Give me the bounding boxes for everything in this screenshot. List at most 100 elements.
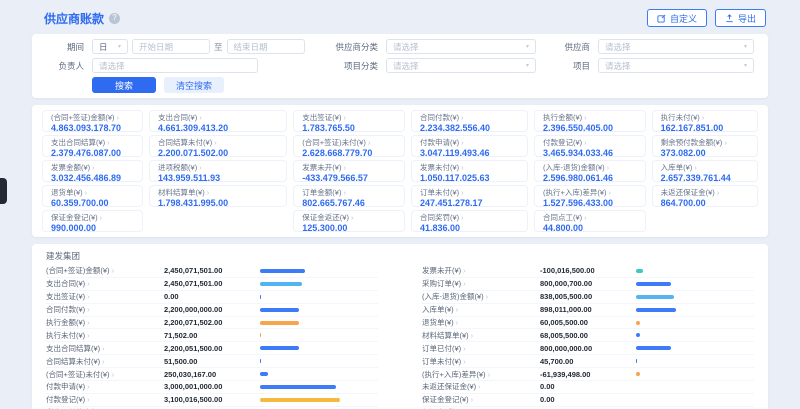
start-date-input[interactable]: 开始日期 [132, 39, 210, 54]
chevron-right-icon: › [87, 331, 90, 340]
chevron-right-icon: › [351, 213, 354, 222]
metric-row[interactable]: 退货单(¥)›60,005,500.00 [422, 317, 754, 330]
stat-card[interactable]: (合同+签证)金额(¥)›4,863,093,178.70 [42, 110, 143, 132]
stat-card[interactable]: 执行未付(¥)›162,167,851.00 [652, 110, 758, 132]
stat-card[interactable]: 支出合同(¥)›4,661,309,413.20 [149, 110, 287, 132]
stat-card[interactable]: 发票未开(¥)›-433,479,566.57 [293, 160, 405, 182]
stat-card[interactable]: 订单未付(¥)›247,451,278.17 [411, 185, 528, 207]
stat-value: 373,082.00 [661, 148, 749, 157]
metric-row[interactable]: (执行+入库)差异(¥)›-61,939,498.00 [422, 368, 754, 381]
stat-value: 2,628,668,779.70 [302, 148, 396, 157]
metric-row[interactable]: 执行金额(¥)›2,200,071,502.00 [46, 317, 378, 330]
stat-value: 1,050,117,025.63 [420, 173, 519, 182]
stat-value: 3,465,934,033.46 [543, 148, 637, 157]
metric-label: 合同结算未付(¥)› [46, 356, 164, 367]
stat-label: 材料结算单(¥)› [158, 188, 278, 197]
stat-card[interactable]: 进项税额(¥)›143,959,511.93 [149, 160, 287, 182]
metric-label: (执行+入库)差异(¥)› [422, 369, 540, 380]
stat-card[interactable]: 合同点工(¥)›44,800.00 [534, 210, 646, 232]
metric-value: 2,200,000,000.00 [164, 305, 260, 314]
period-label: 期间 [46, 41, 84, 53]
metric-row[interactable]: 执行未付(¥)›71,502.00 [46, 329, 378, 342]
supplier-category-label: 供应商分类 [314, 41, 378, 53]
drawer-toggle[interactable] [0, 178, 7, 204]
clear-search-button[interactable]: 清空搜索 [164, 77, 224, 93]
metric-value: 0.00 [540, 395, 636, 404]
stat-card[interactable]: 材料结算单(¥)›1,798,431,995.00 [149, 185, 287, 207]
search-button[interactable]: 搜索 [92, 77, 156, 93]
metric-row[interactable]: 材料结算单(¥)›68,005,500.00 [422, 329, 754, 342]
help-icon[interactable]: ? [109, 13, 120, 24]
metric-row[interactable]: 付款申请(¥)›3,000,001,000.00 [46, 381, 378, 394]
customize-button[interactable]: 自定义 [647, 9, 707, 27]
metric-row[interactable]: 支出合同结算(¥)›2,200,051,500.00 [46, 342, 378, 355]
period-unit-select[interactable]: 日 ▾ [92, 39, 128, 54]
metric-row[interactable]: 发票未开(¥)›-100,016,500.00 [422, 265, 754, 278]
project-category-select[interactable]: 请选择 ▾ [386, 58, 536, 73]
chevron-right-icon: › [112, 370, 115, 379]
chevron-right-icon: › [717, 188, 720, 197]
metric-row[interactable]: 采购订单(¥)›800,000,700.00 [422, 278, 754, 291]
stat-value: 162,167,851.00 [661, 123, 749, 132]
caret-down-icon: ▾ [118, 43, 121, 50]
stat-card[interactable]: 退货单(¥)›60,359,700.00 [42, 185, 143, 207]
metric-row[interactable]: 支出合同(¥)›2,450,071,501.00 [46, 278, 378, 291]
stat-card[interactable]: 剩余预付款金额(¥)›373,082.00 [652, 135, 758, 157]
metric-row[interactable]: 支出签证(¥)›0.00 [46, 291, 378, 304]
metric-bar [260, 346, 378, 350]
stat-value: 2,234,382,556.40 [420, 123, 519, 132]
metric-bar [260, 282, 378, 286]
stat-card[interactable]: 保证金登记(¥)›990,000.00 [42, 210, 143, 232]
stat-card[interactable]: (执行+入库)差异(¥)›1,527,596,433.00 [534, 185, 646, 207]
stat-label: 进项税额(¥)› [158, 163, 278, 172]
stat-card[interactable]: 订单金额(¥)›802,665,767.46 [293, 185, 405, 207]
chevron-right-icon: › [461, 188, 464, 197]
metric-bar [636, 359, 754, 363]
metric-row[interactable]: (合同+签证)未付(¥)›250,030,167.00 [46, 368, 378, 381]
stat-card[interactable]: 未返还保证金(¥)›864,700.00 [652, 185, 758, 207]
stat-card[interactable]: 保证金返还(¥)›125,300.00 [293, 210, 405, 232]
metric-label: 支出签证(¥)› [46, 291, 164, 302]
export-button[interactable]: 导出 [715, 9, 766, 27]
stat-label: 执行金额(¥)› [543, 113, 637, 122]
stat-card[interactable]: 发票未付(¥)›1,050,117,025.63 [411, 160, 528, 182]
stat-card[interactable]: 发票金额(¥)›3,032,456,486.89 [42, 160, 143, 182]
supplier-category-select[interactable]: 请选择 ▾ [386, 39, 536, 54]
metric-row[interactable]: (入库-退货)金额(¥)›838,005,500.00 [422, 291, 754, 304]
stat-card[interactable]: 支出签证(¥)›1,783,765.50 [293, 110, 405, 132]
stat-card[interactable]: (合同+签证)未付(¥)›2,628,668,779.70 [293, 135, 405, 157]
project-select[interactable]: 请选择 ▾ [598, 58, 754, 73]
metric-row[interactable]: 入库单(¥)›898,011,000.00 [422, 304, 754, 317]
stat-card[interactable]: 合同奖罚(¥)›41,836.00 [411, 210, 528, 232]
metric-row[interactable]: 订单未付(¥)›45,700.00 [422, 355, 754, 368]
stat-card[interactable]: 合同结算未付(¥)›2,200,071,502.00 [149, 135, 287, 157]
stat-card[interactable]: 付款登记(¥)›3,465,934,033.46 [534, 135, 646, 157]
owner-input[interactable]: 请选择 [92, 58, 258, 73]
stats-grid: (合同+签证)金额(¥)›4,863,093,178.70 支出合同(¥)›4,6… [42, 110, 758, 232]
stat-card[interactable]: 入库单(¥)›2,657,339,761.44 [652, 160, 758, 182]
stat-card[interactable]: 付款申请(¥)›3,047,119,493.46 [411, 135, 528, 157]
metric-row[interactable]: 合同结算未付(¥)›51,500.00 [46, 355, 378, 368]
stat-card[interactable]: (入库-退货)金额(¥)›2,596,980,061.46 [534, 160, 646, 182]
metric-label: 付款申请(¥)› [46, 381, 164, 392]
stat-value: 3,032,456,486.89 [51, 173, 134, 182]
metric-value: 60,005,500.00 [540, 318, 636, 327]
supplier-select[interactable]: 请选择 ▾ [598, 39, 754, 54]
stat-card[interactable]: 支出合同结算(¥)›2,379,476,087.00 [42, 135, 143, 157]
metric-bar [636, 372, 754, 376]
metric-row[interactable]: 订单已付(¥)›800,000,000.00 [422, 342, 754, 355]
metric-bar [260, 385, 378, 389]
group-metrics-right: 发票未开(¥)›-100,016,500.00采购订单(¥)›800,000,7… [422, 265, 754, 409]
metric-bar [636, 333, 754, 337]
metric-row[interactable]: 保证金登记(¥)›0.00 [422, 394, 754, 407]
metric-label: (入库-退货)金额(¥)› [422, 291, 540, 302]
stat-label: 付款申请(¥)› [420, 138, 519, 147]
stat-card[interactable]: 合同付款(¥)›2,234,382,556.40 [411, 110, 528, 132]
metric-row[interactable]: (合同+签证)金额(¥)›2,450,071,501.00 [46, 265, 378, 278]
stat-card[interactable]: 执行金额(¥)›2,396,550,405.00 [534, 110, 646, 132]
chevron-right-icon: › [609, 188, 612, 197]
metric-row[interactable]: 合同付款(¥)›2,200,000,000.00 [46, 304, 378, 317]
metric-row[interactable]: 付款登记(¥)›3,100,016,500.00 [46, 394, 378, 407]
metric-row[interactable]: 未返还保证金(¥)›0.00 [422, 381, 754, 394]
end-date-input[interactable]: 结束日期 [227, 39, 305, 54]
